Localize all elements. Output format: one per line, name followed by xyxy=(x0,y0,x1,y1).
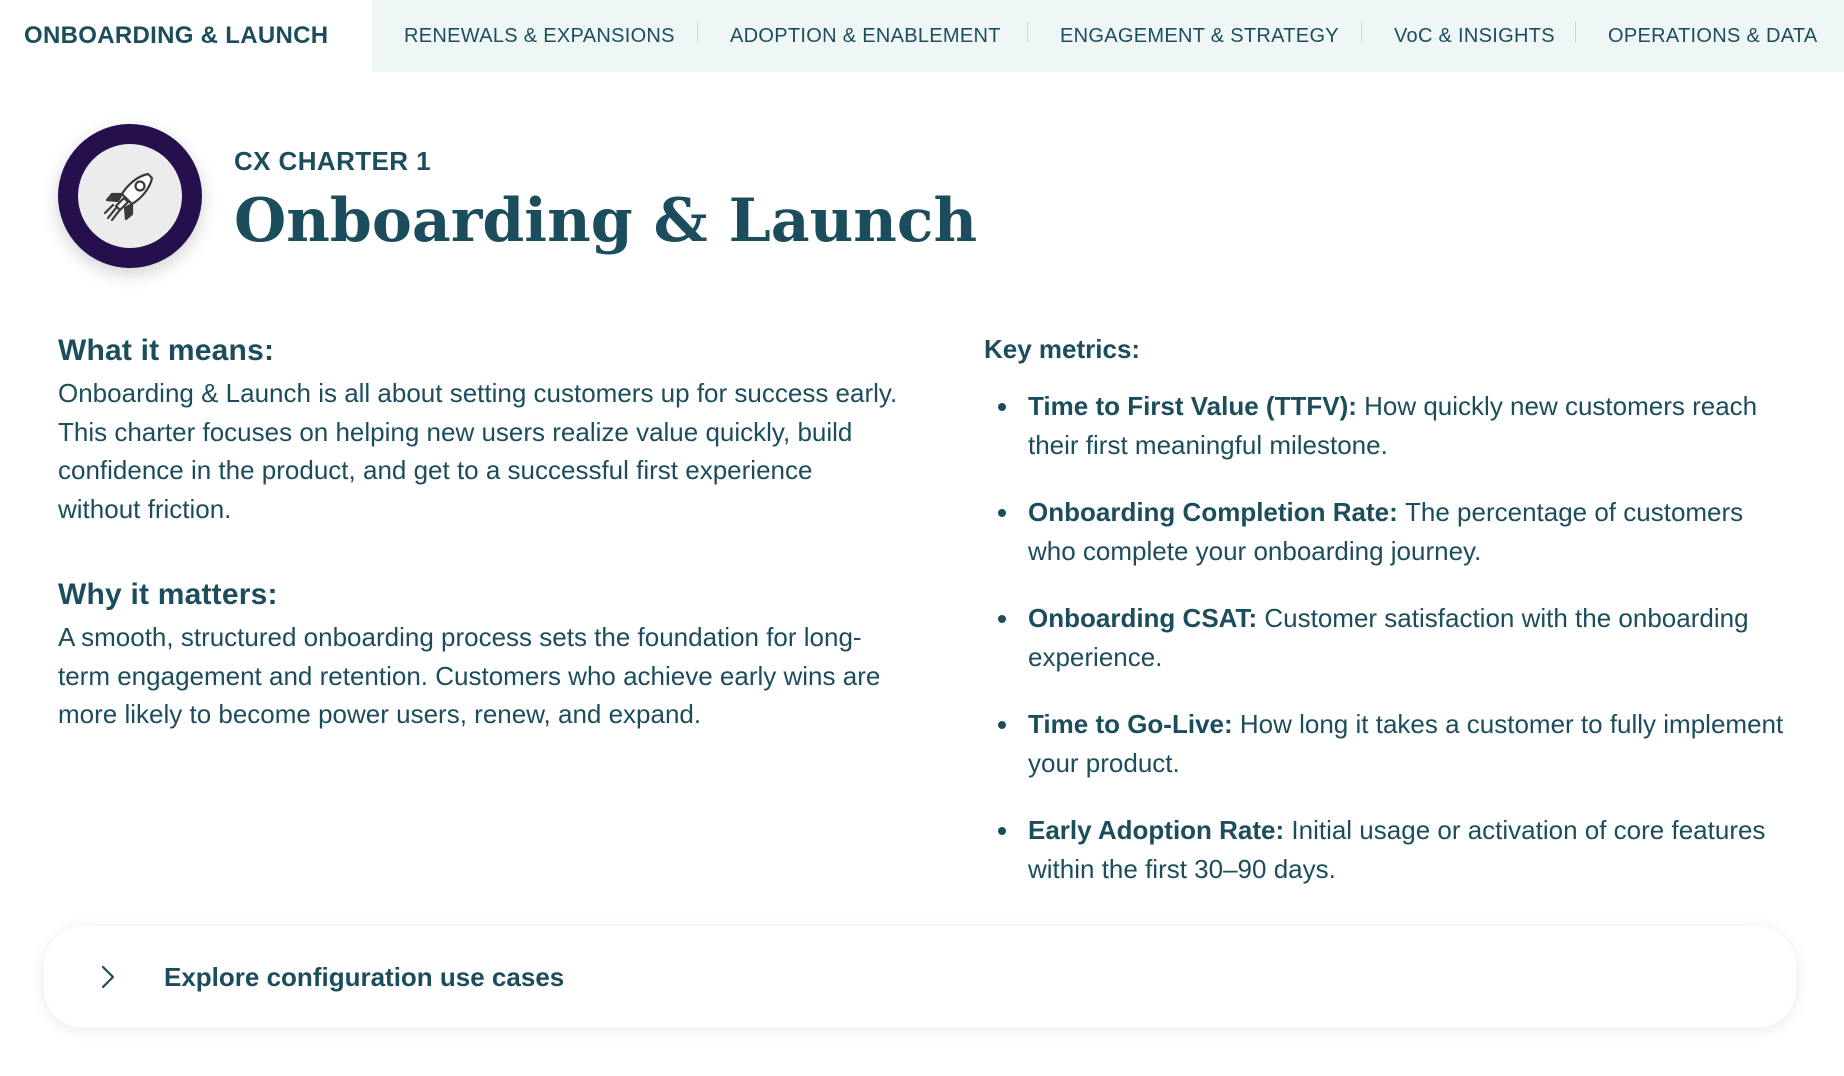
why-it-matters-section: Why it matters: A smooth, structured onb… xyxy=(58,578,898,734)
accordion-label: Explore configuration use cases xyxy=(164,961,565,992)
bullet-icon xyxy=(998,403,1006,411)
rocket-icon xyxy=(103,172,154,222)
section-heading: What it means: xyxy=(58,334,275,367)
list-item: Early Adoption Rate: Initial usage or ac… xyxy=(984,811,1794,888)
section-body: A smooth, structured onboarding process … xyxy=(58,622,881,729)
bullet-icon xyxy=(998,721,1006,729)
tab-onboarding-launch[interactable]: ONBOARDING & LAUNCH xyxy=(0,0,372,72)
list-item: Onboarding Completion Rate: The percenta… xyxy=(984,493,1794,570)
list-item: Time to Go-Live: How long it takes a cus… xyxy=(984,705,1794,782)
tab-voc-insights[interactable]: VoC & INSIGHTS xyxy=(1362,0,1576,72)
bullet-icon xyxy=(998,827,1006,835)
charter-tab-bar: ONBOARDING & LAUNCH RENEWALS & EXPANSION… xyxy=(0,0,1844,72)
bullet-icon xyxy=(998,509,1006,517)
tab-adoption-enablement[interactable]: ADOPTION & ENABLEMENT xyxy=(698,0,1028,72)
charter-badge-inner xyxy=(78,144,182,248)
charter-eyebrow: CX CHARTER 1 xyxy=(234,146,431,176)
section-body: Onboarding & Launch is all about setting… xyxy=(58,378,898,524)
tab-label: RENEWALS & EXPANSIONS xyxy=(404,24,675,47)
tab-label: ENGAGEMENT & STRATEGY xyxy=(1060,24,1339,47)
charter-description: What it means: Onboarding & Launch is al… xyxy=(58,334,898,784)
tab-label: ADOPTION & ENABLEMENT xyxy=(730,24,1001,47)
metric-name: Onboarding Completion Rate: xyxy=(1028,497,1405,527)
tab-label: OPERATIONS & DATA xyxy=(1608,24,1818,47)
list-item: Onboarding CSAT: Customer satisfaction w… xyxy=(984,599,1794,676)
key-metrics-section: Key metrics: Time to First Value (TTFV):… xyxy=(984,334,1794,917)
tab-label: ONBOARDING & LAUNCH xyxy=(24,22,329,49)
tab-operations-data[interactable]: OPERATIONS & DATA xyxy=(1576,0,1844,72)
bullet-icon xyxy=(998,615,1006,623)
tab-renewals-expansions[interactable]: RENEWALS & EXPANSIONS xyxy=(372,0,698,72)
metric-name: Early Adoption Rate: xyxy=(1028,815,1292,845)
page-title: Onboarding & Launch xyxy=(234,186,978,256)
tab-label: VoC & INSIGHTS xyxy=(1394,24,1555,47)
metric-name: Time to Go-Live: xyxy=(1028,709,1240,739)
tab-engagement-strategy[interactable]: ENGAGEMENT & STRATEGY xyxy=(1028,0,1362,72)
list-item: Time to First Value (TTFV): How quickly … xyxy=(984,387,1794,464)
charter-badge xyxy=(58,124,202,268)
what-it-means-section: What it means: Onboarding & Launch is al… xyxy=(58,334,898,528)
metric-list: Time to First Value (TTFV): How quickly … xyxy=(984,387,1794,888)
explore-use-cases-accordion[interactable]: Explore configuration use cases xyxy=(44,926,1796,1028)
section-heading: Key metrics: xyxy=(984,334,1141,364)
chevron-right-icon xyxy=(96,965,120,989)
metric-name: Time to First Value (TTFV): xyxy=(1028,391,1365,421)
metric-name: Onboarding CSAT: xyxy=(1028,603,1265,633)
section-heading: Why it matters: xyxy=(58,578,278,611)
